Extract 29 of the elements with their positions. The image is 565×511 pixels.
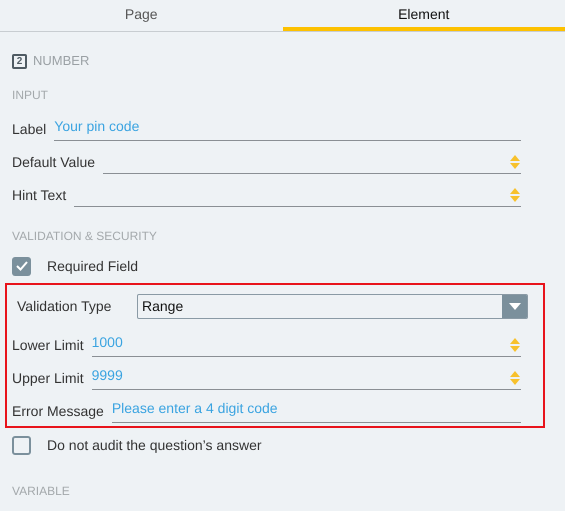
element-type-title: NUMBER xyxy=(33,52,90,70)
number-type-icon: 2 xyxy=(12,54,27,68)
field-label: Default Value xyxy=(12,153,96,172)
checkbox[interactable] xyxy=(12,256,31,276)
spinner-arrows-icon[interactable] xyxy=(509,154,521,170)
section-heading: VARIABLE xyxy=(12,483,71,500)
input-field[interactable]: 9999 xyxy=(92,366,521,390)
caret-down-icon xyxy=(508,302,520,310)
field-label: Lower Limit xyxy=(12,336,84,355)
field-label: Upper Limit xyxy=(12,369,84,388)
checkbox[interactable] xyxy=(12,436,31,454)
checkbox-label: Required Field xyxy=(47,256,138,276)
spinner-arrows-icon[interactable] xyxy=(509,187,521,203)
spinner-arrows-icon[interactable] xyxy=(509,337,521,353)
checkbox-label: Do not audit the question’s answer xyxy=(47,436,262,455)
field-label: Error Message xyxy=(12,402,104,421)
input-field[interactable]: Please enter a 4 digit code xyxy=(112,399,521,423)
tab[interactable]: Page xyxy=(0,0,282,31)
input-field[interactable]: Your pin code xyxy=(54,117,521,141)
input-field[interactable]: 1000 xyxy=(92,333,521,357)
field-label: Validation Type xyxy=(17,296,112,316)
field-label: Hint Text xyxy=(12,186,66,205)
section-heading: INPUT xyxy=(12,87,49,104)
tab[interactable]: Element xyxy=(282,0,565,31)
dropdown[interactable]: Range xyxy=(137,294,528,318)
section-heading: VALIDATION & SECURITY xyxy=(12,228,158,245)
spinner-arrows-icon[interactable] xyxy=(509,370,521,386)
checkmark-icon xyxy=(16,261,28,271)
field-label: Label xyxy=(12,120,46,139)
